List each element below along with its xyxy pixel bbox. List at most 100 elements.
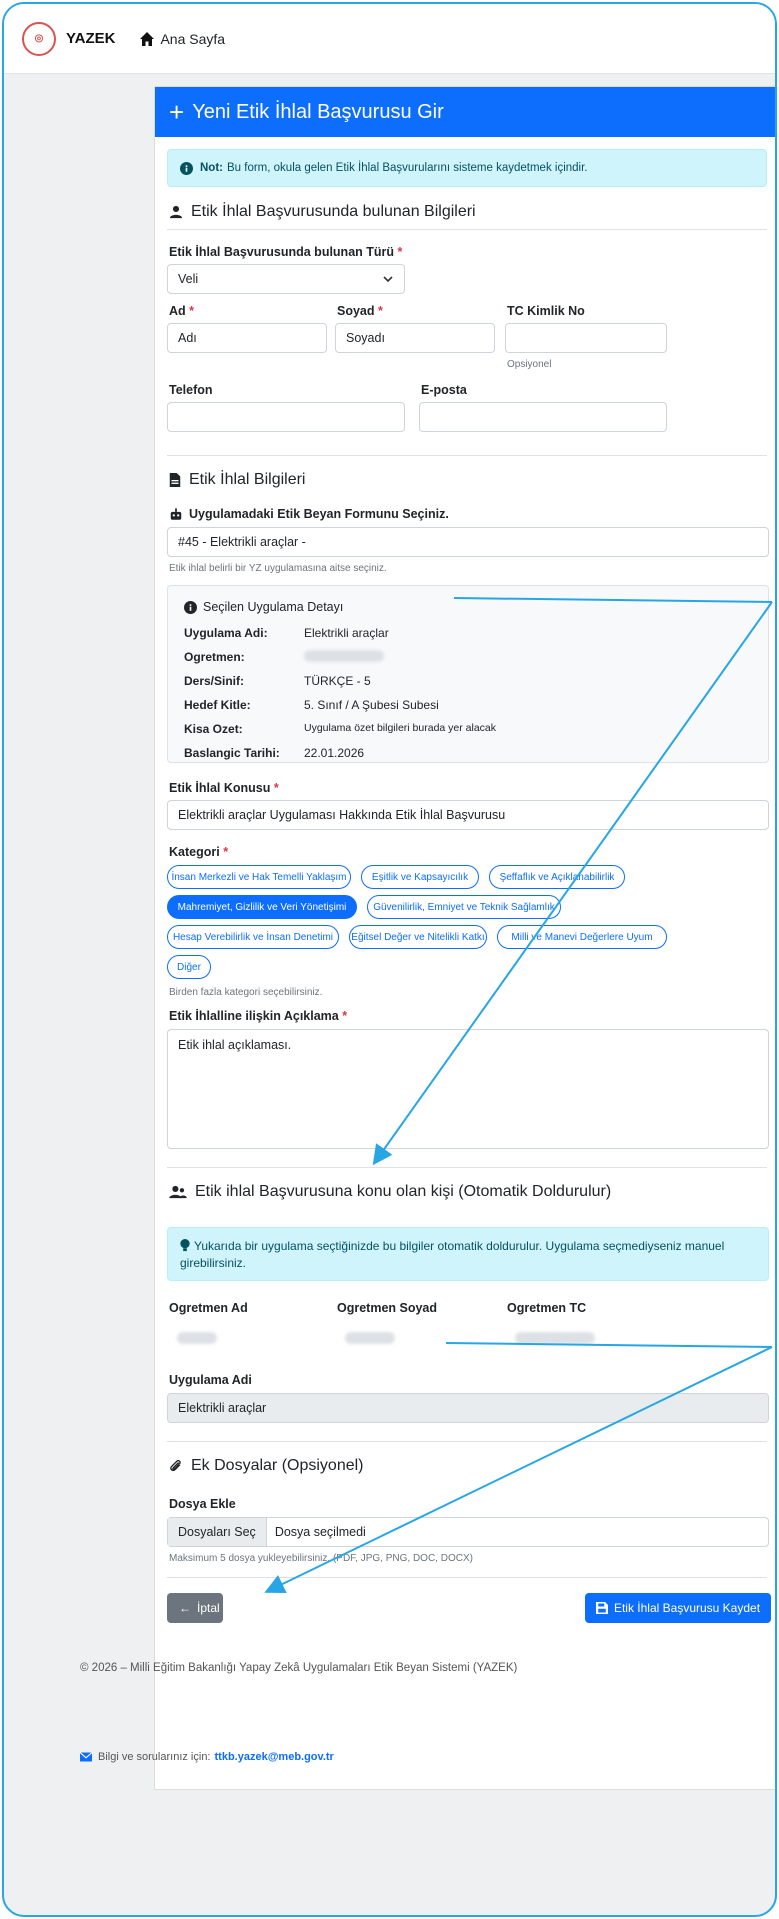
info-circle-icon (184, 600, 197, 614)
ad-input[interactable]: Adı (167, 323, 327, 353)
section-subject-label: Etik ihlal Başvurusuna konu olan kişi (O… (195, 1183, 612, 1200)
kategori-label-text: Kategori (169, 845, 220, 859)
section-violation-label: Etik İhlal Bilgileri (189, 471, 306, 488)
required-marker: * (189, 304, 195, 318)
save-icon (595, 1602, 608, 1614)
redacted-value (177, 1332, 217, 1344)
save-button[interactable]: Etik İhlal Başvurusu Kaydet (585, 1593, 771, 1623)
note-text: Bu form, okula gelen Etik İhlal Başvurul… (227, 162, 588, 174)
teacher-ad-field[interactable] (167, 1323, 327, 1353)
detail-row: Kisa Ozet: Uygulama özet bilgileri burada… (184, 722, 496, 736)
footer-contact-prefix: Bilgi ve sorularınız için: (98, 1751, 211, 1763)
section-attachments-label: Ek Dosyalar (Opsiyonel) (191, 1457, 364, 1474)
section-subject-title: Etik ihlal Başvurusuna konu olan kişi (O… (169, 1181, 769, 1203)
detail-row: Ogretmen: (184, 650, 384, 664)
detail-title: Seçilen Uygulama Detayı (184, 600, 343, 614)
users-icon (169, 1185, 187, 1199)
detail-key: Hedef Kitle: (184, 698, 251, 712)
phone-label: Telefon (169, 383, 213, 397)
arrow-left-icon: ← (179, 1601, 191, 1615)
kategori-hint: Birden fazla kategori seçebilirsiniz. (169, 987, 323, 998)
teacher-app-label: Uygulama Adi (169, 1373, 252, 1387)
email-label: E-posta (421, 383, 467, 397)
brand-name[interactable]: YAZEK (66, 30, 115, 47)
envelope-icon (80, 1752, 92, 1762)
file-input[interactable]: Dosyaları Seç Dosya seçilmedi (167, 1517, 769, 1547)
section-violation-title: Etik İhlal Bilgileri (169, 469, 769, 491)
category-chip[interactable]: Eşitlik ve Kapsayıcılık (361, 865, 479, 889)
category-chip[interactable]: Milli ve Manevi Değerlere Uyum (497, 925, 667, 949)
section-applicant-title: Etik İhlal Başvurusunda bulunan Bilgiler… (169, 201, 769, 223)
teacher-soyad-field[interactable] (335, 1323, 495, 1353)
teacher-tc-field[interactable] (505, 1323, 667, 1353)
required-marker: * (397, 245, 403, 259)
tc-label: TC Kimlik No (507, 304, 585, 318)
detail-row: Uygulama Adi: Elektrikli araçlar (184, 626, 389, 640)
tc-input[interactable] (505, 323, 667, 353)
info-circle-icon (180, 161, 193, 175)
detail-value: Uygulama özet bilgileri burada yer alaca… (304, 722, 497, 734)
aciklama-textarea[interactable]: Etik ihlal açıklaması. (167, 1029, 769, 1149)
file-hint: Maksimum 5 dosya yukleyebilirsiniz. (PDF… (169, 1553, 473, 1564)
teacher-app-field: Elektrikli araçlar (167, 1393, 769, 1423)
page-title: Yeni Etik İhlal Başvurusu Gir (192, 100, 444, 123)
applicant-type-select[interactable]: Veli (167, 264, 405, 294)
section-applicant-label: Etik İhlal Başvurusunda bulunan Bilgiler… (191, 203, 476, 220)
category-chip[interactable]: Diğer (167, 955, 211, 979)
home-link[interactable]: Ana Sayfa (139, 31, 225, 47)
category-chip-selected[interactable]: Mahremiyet, Gizlilik ve Veri Yönetişimi (167, 895, 357, 919)
kategori-label: Kategori * (169, 845, 228, 859)
footer-contact: Bilgi ve sorularınız için: ttkb.yazek@me… (80, 1751, 334, 1763)
home-icon (140, 31, 155, 46)
phone-input[interactable] (167, 402, 405, 432)
footer-email-link[interactable]: ttkb.yazek@meb.gov.tr (215, 1751, 334, 1763)
konu-label-text: Etik İhlal Konusu (169, 781, 271, 795)
note-alert: Not: Bu form, okula gelen Etik İhlal Baş… (167, 149, 767, 187)
detail-row: Ders/Sinif: TÜRKÇE - 5 (184, 674, 371, 688)
detail-key: Kisa Ozet: (184, 722, 243, 736)
email-input[interactable] (419, 402, 667, 432)
file-status: Dosya seçilmedi (274, 1525, 366, 1539)
cancel-label: İptal (197, 1601, 220, 1615)
logo-icon[interactable]: ◎ (22, 21, 56, 56)
detail-value: 5. Sınıf / A Şubesi Subesi (304, 698, 439, 712)
required-marker: * (342, 1009, 348, 1023)
choose-files-button[interactable]: Dosyaları Seç (168, 1518, 267, 1546)
konu-input-value: Elektrikli araçlar Uygulaması Hakkında E… (178, 808, 506, 822)
soyad-label-text: Soyad (337, 304, 375, 318)
top-navbar: ◎ YAZEK Ana Sayfa (4, 4, 775, 74)
lightbulb-icon (180, 1239, 190, 1252)
applicant-type-label-text: Etik İhlal Başvurusunda bulunan Türü (169, 245, 395, 259)
aciklama-value: Etik ihlal açıklaması. (178, 1038, 292, 1052)
teacher-app-value: Elektrikli araçlar (178, 1401, 267, 1415)
detail-key: Ders/Sinif: (184, 674, 245, 688)
ethics-form-select[interactable]: #45 - Elektrikli araçlar - (167, 527, 769, 557)
category-chip[interactable]: Güvenilirlik, Emniyet ve Teknik Sağlamlı… (367, 895, 561, 919)
ethics-form-label-text: Uygulamadaki Etik Beyan Formunu Seçiniz. (189, 507, 449, 521)
aciklama-label-text: Etik İhlalline ilişkin Açıklama (169, 1009, 339, 1023)
autofill-text: Yukarıda bir uygulama seçtiğinizde bu bi… (180, 1239, 725, 1270)
cancel-button[interactable]: ← İptal (167, 1593, 223, 1623)
category-chip[interactable]: Eğitsel Değer ve Nitelikli Katkı (349, 925, 487, 949)
teacher-tc-label: Ogretmen TC (507, 1301, 587, 1315)
category-chip[interactable]: İnsan Merkezli ve Hak Temelli Yaklaşım (167, 865, 351, 889)
footer-copyright: © 2026 – Milli Eğitim Bakanlığı Yapay Ze… (80, 1662, 518, 1674)
autofill-alert: Yukarıda bir uygulama seçtiğinizde bu bi… (167, 1227, 769, 1281)
card-header: + Yeni Etik İhlal Başvurusu Gir (155, 87, 775, 137)
selected-app-detail: Seçilen Uygulama Detayı Uygulama Adi: Ele… (167, 585, 769, 763)
category-chip[interactable]: Şeffaflık ve Açıklanabilirlik (489, 865, 625, 889)
soyad-input[interactable]: Soyadı (335, 323, 495, 353)
applicant-type-value: Veli (178, 272, 199, 286)
home-link-label: Ana Sayfa (160, 30, 226, 47)
konu-input[interactable]: Elektrikli araçlar Uygulaması Hakkında E… (167, 800, 769, 830)
redacted-value (304, 650, 384, 662)
required-marker: * (273, 781, 279, 795)
section-attachments-title: Ek Dosyalar (Opsiyonel) (169, 1455, 769, 1477)
required-marker: * (223, 845, 229, 859)
detail-row: Baslangic Tarihi: 22.01.2026 (184, 746, 364, 760)
ad-input-value: Adı (178, 331, 197, 345)
ethics-form-hint: Etik ihlal belirli bir YZ uygulamasına a… (169, 563, 387, 574)
save-label: Etik İhlal Başvurusu Kaydet (613, 1601, 761, 1615)
tc-hint: Opsiyonel (507, 359, 552, 370)
category-chip[interactable]: Hesap Verebilirlik ve İnsan Denetimi (167, 925, 339, 949)
